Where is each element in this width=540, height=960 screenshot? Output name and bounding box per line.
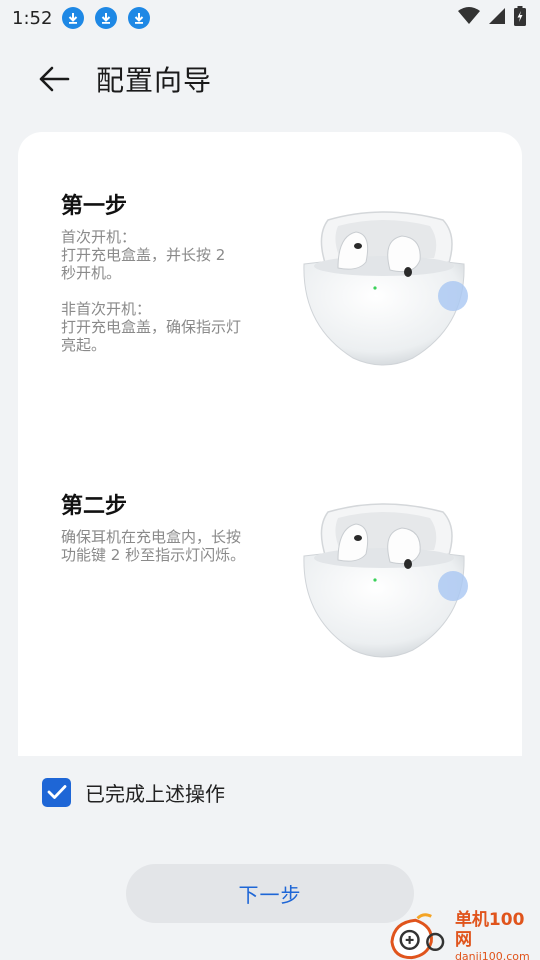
download-icon [128, 7, 151, 29]
step-text-line: 首次开机： [61, 228, 137, 246]
step-text-line: 打开充电盒盖，确保指示灯 [61, 318, 242, 336]
arrow-left-icon [39, 66, 70, 92]
step-text-line: 秒开机。 [61, 264, 122, 282]
status-time: 1:52 [12, 7, 53, 29]
download-icon [95, 7, 118, 29]
wifi-icon [458, 7, 480, 29]
next-step-button[interactable]: 下一步 [126, 864, 414, 923]
step-description: 确保耳机在充电盒内，长按 功能键 2 秒至指示灯闪烁。 [61, 528, 281, 564]
status-bar: 1:52 [0, 0, 540, 36]
step-description: 首次开机： 打开充电盒盖，并长按 2 秒开机。 非首次开机： 打开充电盒盖，确保… [61, 228, 281, 354]
confirm-row[interactable]: 已完成上述操作 [42, 777, 225, 807]
status-icons [458, 6, 526, 30]
step-title: 第一步 [61, 194, 128, 219]
page-title: 配置向导 [96, 64, 213, 97]
confirm-checkbox[interactable] [42, 777, 71, 807]
step-text-line: 非首次开机： [61, 300, 152, 318]
watermark-logo-icon [390, 913, 445, 960]
earbuds-case-image [303, 503, 468, 658]
watermark-title: 单机100网 [454, 909, 525, 950]
battery-charging-icon [514, 6, 526, 30]
signal-icon [488, 7, 506, 29]
watermark-url: danji100.com [454, 949, 530, 960]
app-bar: 配置向导 [0, 50, 540, 108]
download-icon [62, 7, 85, 29]
back-button[interactable] [26, 51, 82, 107]
step-text-line: 功能键 2 秒至指示灯闪烁。 [61, 546, 246, 564]
step-title: 第二步 [61, 494, 128, 519]
step-text-line: 打开充电盒盖，并长按 2 [61, 246, 226, 264]
setup-guide-card: 第一步 首次开机： 打开充电盒盖，并长按 2 秒开机。 非首次开机： 打开充电盒… [18, 132, 522, 756]
step-text-line: 亮起。 [61, 336, 107, 354]
step-text-line: 确保耳机在充电盒内，长按 [61, 528, 242, 546]
watermark: 单机100网 danji100.com [388, 909, 540, 960]
checkmark-icon [47, 785, 66, 799]
confirm-label: 已完成上述操作 [85, 781, 225, 806]
earbuds-case-image [303, 211, 468, 366]
